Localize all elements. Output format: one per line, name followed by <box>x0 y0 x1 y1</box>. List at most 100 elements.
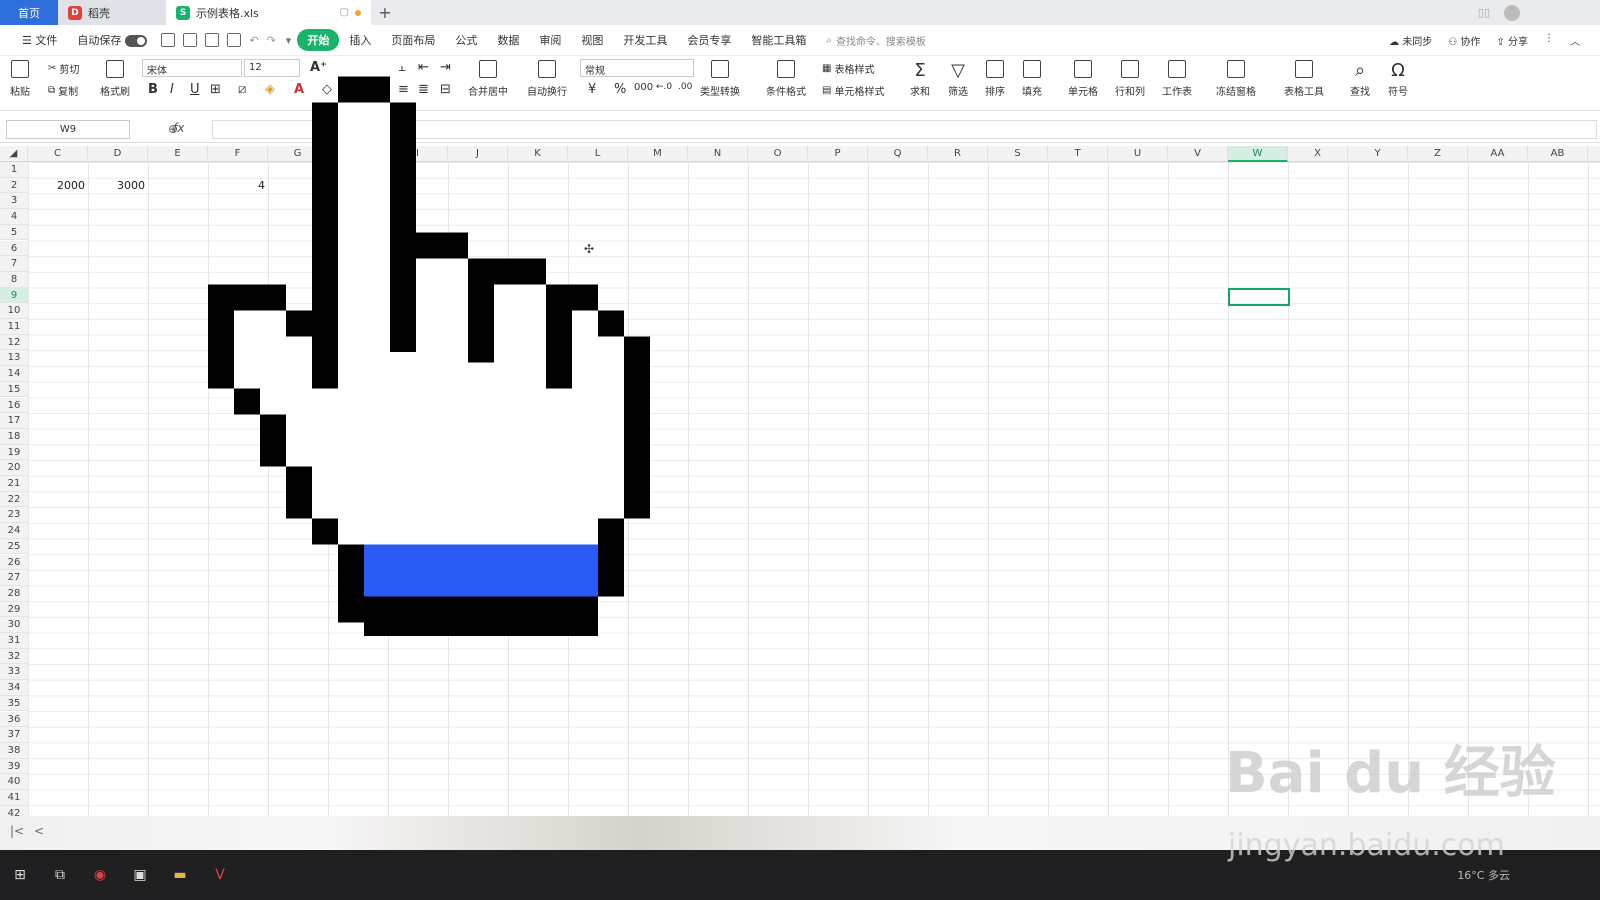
row-header-14[interactable]: 14 <box>0 366 28 382</box>
row-header-26[interactable]: 26 <box>0 554 28 571</box>
selected-cell-W9[interactable] <box>1228 288 1290 306</box>
number-format-select[interactable]: 常规 <box>580 59 694 77</box>
row-header-16[interactable]: 16 <box>0 397 28 414</box>
file-menu[interactable]: ☰ 文件 <box>12 32 67 48</box>
underline-icon[interactable]: U <box>190 82 200 97</box>
app-taskbar-icon[interactable]: ▣ <box>120 850 160 900</box>
collapse-ribbon-icon[interactable]: ︿ <box>1570 33 1580 48</box>
find-button[interactable]: ⌕ 查找 <box>1350 60 1370 98</box>
redo-icon[interactable]: ↷ <box>267 34 276 47</box>
toggle-switch-icon[interactable] <box>125 35 148 47</box>
row-header-3[interactable]: 3 <box>0 193 28 210</box>
more-icon[interactable]: ⋮ <box>1544 33 1554 48</box>
row-header-31[interactable]: 31 <box>0 633 28 649</box>
row-header-30[interactable]: 30 <box>0 617 28 633</box>
row-header-41[interactable]: 41 <box>0 790 28 806</box>
cell-button[interactable]: 单元格 <box>1068 60 1098 98</box>
fx-label[interactable]: fx <box>173 121 184 135</box>
row-header-20[interactable]: 20 <box>0 460 28 476</box>
row-header-17[interactable]: 17 <box>0 413 28 429</box>
quick-access-dropdown-icon[interactable]: ▾ <box>286 34 292 47</box>
row-header-21[interactable]: 21 <box>0 476 28 492</box>
wps-taskbar-icon[interactable]: V <box>200 850 240 900</box>
menu-review[interactable]: 审阅 <box>529 32 571 48</box>
layout-icon[interactable]: ▯▯ <box>1478 6 1490 19</box>
menu-start[interactable]: 开始 <box>297 29 340 51</box>
row-header-9[interactable]: 9 <box>0 287 28 304</box>
row-header-36[interactable]: 36 <box>0 711 28 728</box>
windows-start-icon[interactable]: ⊞ <box>0 850 40 900</box>
cell-D2[interactable]: 3000 <box>88 178 148 194</box>
select-all-corner[interactable]: ◢ <box>0 146 28 162</box>
format-painter-button[interactable]: 格式刷 <box>100 60 130 98</box>
tab-home[interactable]: 首页 <box>0 0 58 25</box>
paste-button[interactable]: 粘贴 <box>10 60 30 98</box>
table-tools-button[interactable]: 表格工具 <box>1284 60 1324 98</box>
sheet-nav-first-icon[interactable]: |< <box>10 824 24 838</box>
autosave-toggle[interactable]: 自动保存 <box>67 32 157 48</box>
print-preview-icon[interactable] <box>227 33 242 47</box>
row-header-22[interactable]: 22 <box>0 491 28 508</box>
weather-status[interactable]: 16°C 多云 <box>1457 867 1600 883</box>
type-convert-button[interactable]: 类型转换 <box>700 60 740 98</box>
browser-taskbar-icon[interactable]: ◉ <box>80 850 120 900</box>
row-header-4[interactable]: 4 <box>0 209 28 225</box>
collaborate-button[interactable]: ⚇ 协作 <box>1448 33 1480 48</box>
column-header-T[interactable]: T <box>1048 146 1108 162</box>
worksheet-button[interactable]: 工作表 <box>1162 60 1192 98</box>
increase-decimal-icon[interactable]: ←.0 <box>656 82 672 92</box>
menu-smart-tools[interactable]: 智能工具箱 <box>741 32 816 48</box>
sync-status[interactable]: ☁ 未同步 <box>1389 33 1432 48</box>
column-header-O[interactable]: O <box>748 146 808 162</box>
row-header-6[interactable]: 6 <box>0 240 28 257</box>
column-header-X[interactable]: X <box>1288 146 1348 162</box>
freeze-panes-button[interactable]: 冻结窗格 <box>1216 60 1256 98</box>
menu-page-layout[interactable]: 页面布局 <box>381 32 445 48</box>
column-header-AA[interactable]: AA <box>1468 146 1528 162</box>
export-icon[interactable] <box>183 33 198 47</box>
increase-font-icon[interactable]: A⁺ <box>310 60 327 75</box>
tab-daoke[interactable]: D 稻壳 <box>58 0 166 25</box>
command-search[interactable]: ⌕ 查找命令、搜索模板 <box>826 33 926 48</box>
row-header-23[interactable]: 23 <box>0 507 28 524</box>
increase-indent-icon[interactable]: ⇥ <box>440 60 451 75</box>
row-header-28[interactable]: 28 <box>0 585 28 602</box>
folder-taskbar-icon[interactable]: ▬ <box>160 850 200 900</box>
menu-developer[interactable]: 开发工具 <box>613 32 677 48</box>
row-header-12[interactable]: 12 <box>0 334 28 351</box>
row-header-13[interactable]: 13 <box>0 350 28 367</box>
copy-button[interactable]: ⧉ 复制 <box>48 83 78 98</box>
column-header-Q[interactable]: Q <box>868 146 928 162</box>
menu-formula[interactable]: 公式 <box>445 32 487 48</box>
row-header-27[interactable]: 27 <box>0 570 28 586</box>
row-header-39[interactable]: 39 <box>0 758 28 775</box>
conditional-format-button[interactable]: 条件格式 <box>766 60 806 98</box>
cut-button[interactable]: ✂ 剪切 <box>48 61 79 76</box>
column-header-U[interactable]: U <box>1108 146 1168 162</box>
column-header-Y[interactable]: Y <box>1348 146 1408 162</box>
font-size-select[interactable]: 12 <box>244 59 300 77</box>
task-view-icon[interactable]: ⧉ <box>40 850 80 900</box>
column-header-W[interactable]: W <box>1228 146 1288 162</box>
row-header-33[interactable]: 33 <box>0 664 28 681</box>
menu-data[interactable]: 数据 <box>487 32 529 48</box>
sheet-nav-prev-icon[interactable]: < <box>34 824 44 838</box>
align-bottom-icon[interactable]: ⫠ <box>398 60 406 75</box>
row-header-38[interactable]: 38 <box>0 742 28 759</box>
filter-button[interactable]: ▽ 筛选 <box>948 60 968 98</box>
column-header-C[interactable]: C <box>28 146 88 162</box>
tab-active-file[interactable]: S 示例表格.xls ▢ <box>166 0 371 25</box>
undo-icon[interactable]: ↶ <box>249 34 258 47</box>
menu-insert[interactable]: 插入 <box>339 32 381 48</box>
print-icon[interactable] <box>205 33 220 47</box>
symbol-button[interactable]: Ω 符号 <box>1388 60 1408 98</box>
tab-monitor-icon[interactable]: ▢ <box>340 7 349 18</box>
row-header-42[interactable]: 42 <box>0 805 28 816</box>
sort-button[interactable]: 排序 <box>985 60 1005 98</box>
decrease-decimal-icon[interactable]: .00 <box>678 82 692 92</box>
fill-button[interactable]: 填充 <box>1022 60 1042 98</box>
row-header-18[interactable]: 18 <box>0 428 28 445</box>
new-tab-button[interactable]: + <box>371 0 399 25</box>
table-style-button[interactable]: ▦ 表格样式 <box>822 61 874 76</box>
bold-icon[interactable]: B <box>148 82 158 97</box>
